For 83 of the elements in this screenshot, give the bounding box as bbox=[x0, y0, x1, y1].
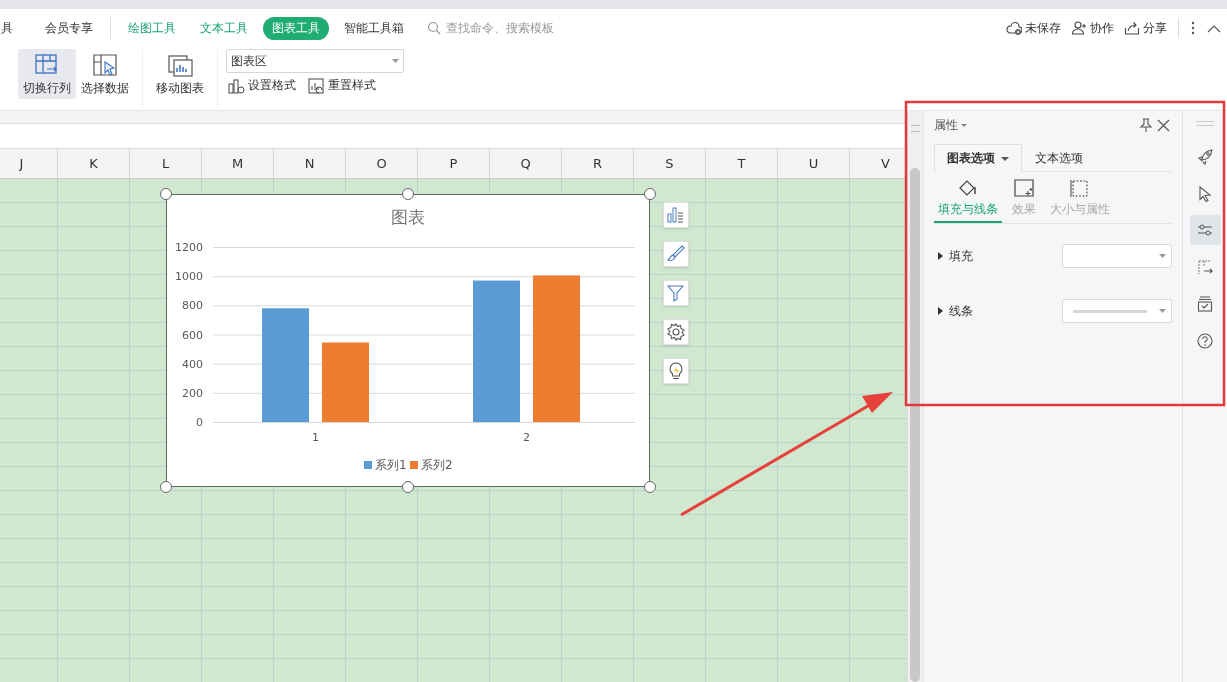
axis-label: 0 bbox=[196, 416, 203, 429]
axis-label: 600 bbox=[182, 328, 203, 342]
column-header[interactable]: Q bbox=[490, 149, 562, 178]
legend-item: 系列1 bbox=[364, 458, 407, 472]
pin-icon bbox=[1139, 118, 1154, 132]
column-header[interactable]: S bbox=[634, 149, 706, 178]
ribbon-tab[interactable]: 智能工具箱 bbox=[335, 16, 413, 40]
axis-label: 800 bbox=[182, 299, 203, 313]
chevron-up-icon bbox=[1207, 23, 1221, 33]
axis-label: 1000 bbox=[175, 270, 203, 284]
column-header[interactable]: K bbox=[58, 149, 130, 178]
legend-label: 系列1 bbox=[375, 458, 407, 472]
search-field[interactable]: 查找命令、搜索模板 bbox=[427, 20, 578, 36]
sparkle-box-icon bbox=[1012, 178, 1035, 198]
column-header[interactable]: T bbox=[706, 149, 778, 178]
column-header[interactable]: R bbox=[562, 149, 634, 178]
ribbon-button[interactable]: 切换行列 bbox=[18, 49, 76, 99]
toolbar-link[interactable]: 协作 bbox=[1066, 19, 1119, 37]
triangle-icon bbox=[937, 307, 943, 315]
caret-icon bbox=[1000, 156, 1009, 161]
sliders-icon bbox=[1197, 221, 1214, 239]
ribbon-button[interactable]: 重置样式 bbox=[306, 77, 378, 94]
axis-label: 200 bbox=[182, 386, 203, 400]
caret-icon bbox=[1159, 254, 1167, 258]
scrollbar[interactable] bbox=[907, 111, 923, 682]
panel-tab[interactable]: 文本选项 bbox=[1021, 144, 1096, 172]
column-header[interactable]: J bbox=[0, 149, 58, 178]
ribbon-tab[interactable]: 会员专享 bbox=[36, 16, 102, 40]
panel-title[interactable]: 属性 bbox=[933, 116, 967, 134]
column-header[interactable]: L bbox=[130, 149, 202, 178]
chart-title: 图表 bbox=[391, 207, 425, 227]
chart-area[interactable]: 图表 0 200 400 600 800 1000 1200 1 2 系列1 系列2 bbox=[166, 194, 650, 487]
element-dropdown[interactable]: 图表区 bbox=[226, 49, 404, 73]
ribbon-button[interactable]: 设置格式 bbox=[226, 77, 298, 94]
brush-icon bbox=[666, 244, 686, 264]
section-toggle[interactable]: 填充 bbox=[937, 247, 973, 265]
pointer-icon bbox=[1197, 184, 1214, 202]
legend-item: 系列2 bbox=[410, 458, 453, 472]
close-icon bbox=[1157, 118, 1171, 132]
chart-tool-button[interactable] bbox=[663, 319, 689, 345]
move-chart-icon bbox=[166, 52, 194, 78]
column-header[interactable]: P bbox=[418, 149, 490, 178]
side-panel-button[interactable] bbox=[1189, 215, 1221, 245]
ribbon-button[interactable]: 选择数据 bbox=[76, 49, 134, 99]
chart-tool-button[interactable] bbox=[663, 241, 689, 267]
cloud-icon bbox=[1006, 20, 1022, 36]
panel-tab[interactable]: 图表选项 bbox=[933, 144, 1022, 172]
lightbulb-icon bbox=[666, 361, 686, 381]
format-icon bbox=[228, 77, 245, 94]
ribbon-button[interactable]: 移动图表 bbox=[151, 49, 209, 99]
swap-icon bbox=[1197, 258, 1214, 276]
section-toggle[interactable]: 线条 bbox=[937, 302, 973, 320]
filter-icon bbox=[666, 283, 686, 303]
drag-handle[interactable] bbox=[1196, 121, 1215, 126]
column-header[interactable]: N bbox=[274, 149, 346, 178]
caret-icon bbox=[960, 123, 967, 127]
ribbon-tab[interactable]: 具 bbox=[0, 16, 22, 40]
caret-icon bbox=[392, 59, 399, 63]
more-icon bbox=[1191, 21, 1195, 35]
help-icon bbox=[1197, 332, 1214, 350]
axis-label: 1 bbox=[312, 431, 319, 444]
triangle-icon bbox=[937, 252, 943, 260]
chart-elements-icon bbox=[666, 205, 686, 225]
rocket-icon bbox=[1197, 147, 1214, 165]
axis-label: 400 bbox=[182, 357, 203, 371]
axis-label: 1200 bbox=[175, 241, 203, 254]
column-header[interactable]: O bbox=[346, 149, 418, 178]
reset-style-icon bbox=[308, 77, 325, 94]
axis-label: 2 bbox=[523, 431, 530, 444]
toolbar-link[interactable]: 未保存 bbox=[1001, 19, 1066, 37]
share-icon bbox=[1124, 20, 1140, 36]
legend-label: 系列2 bbox=[421, 458, 453, 472]
column-header[interactable]: M bbox=[202, 149, 274, 178]
user-add-icon bbox=[1071, 20, 1087, 36]
toolbar-link[interactable]: 分享 bbox=[1119, 19, 1172, 37]
search-icon bbox=[427, 21, 441, 35]
checked-tray-icon bbox=[1197, 295, 1214, 313]
select-data-icon bbox=[91, 52, 119, 78]
settings-icon bbox=[666, 322, 686, 342]
chart-tool-button[interactable] bbox=[663, 358, 689, 384]
column-header[interactable]: U bbox=[778, 149, 850, 178]
caret-icon bbox=[1159, 309, 1167, 313]
dashed-box-icon bbox=[1068, 178, 1091, 198]
